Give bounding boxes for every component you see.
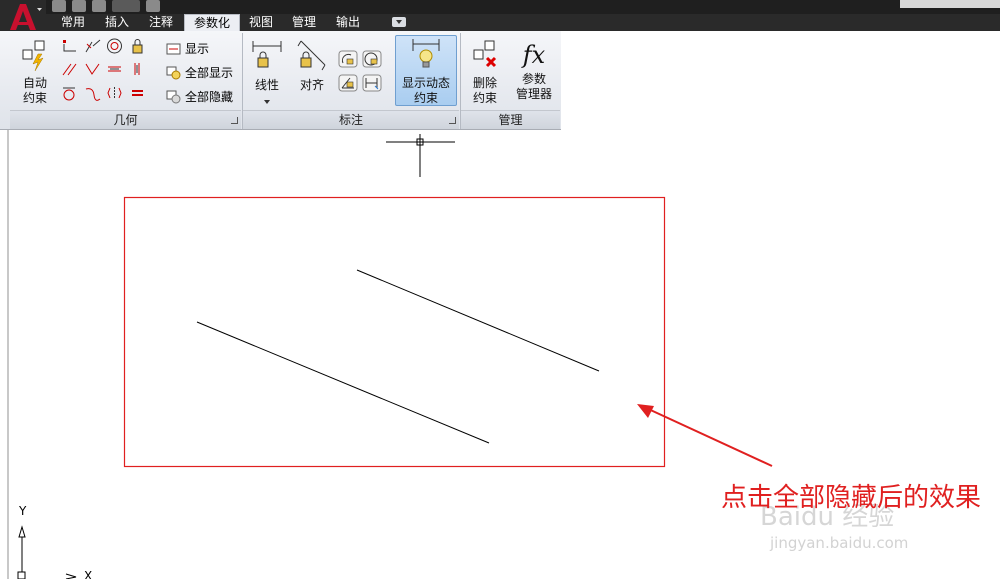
ucs-x-label: X	[84, 569, 93, 579]
drawing-line-lower[interactable]	[196, 321, 490, 444]
annotation-arrow-icon	[637, 404, 773, 467]
ucs-y-label: Y	[19, 504, 27, 518]
drawing-line-upper[interactable]	[356, 269, 600, 372]
ucs-icon	[17, 525, 77, 579]
annotation-text: 点击全部隐藏后的效果	[721, 483, 982, 513]
highlight-rectangle	[123, 196, 666, 468]
crosshair-cursor-icon	[386, 134, 455, 177]
watermark-url: jingyan.baidu.com	[770, 534, 909, 552]
application-menu-button[interactable]	[0, 0, 46, 31]
